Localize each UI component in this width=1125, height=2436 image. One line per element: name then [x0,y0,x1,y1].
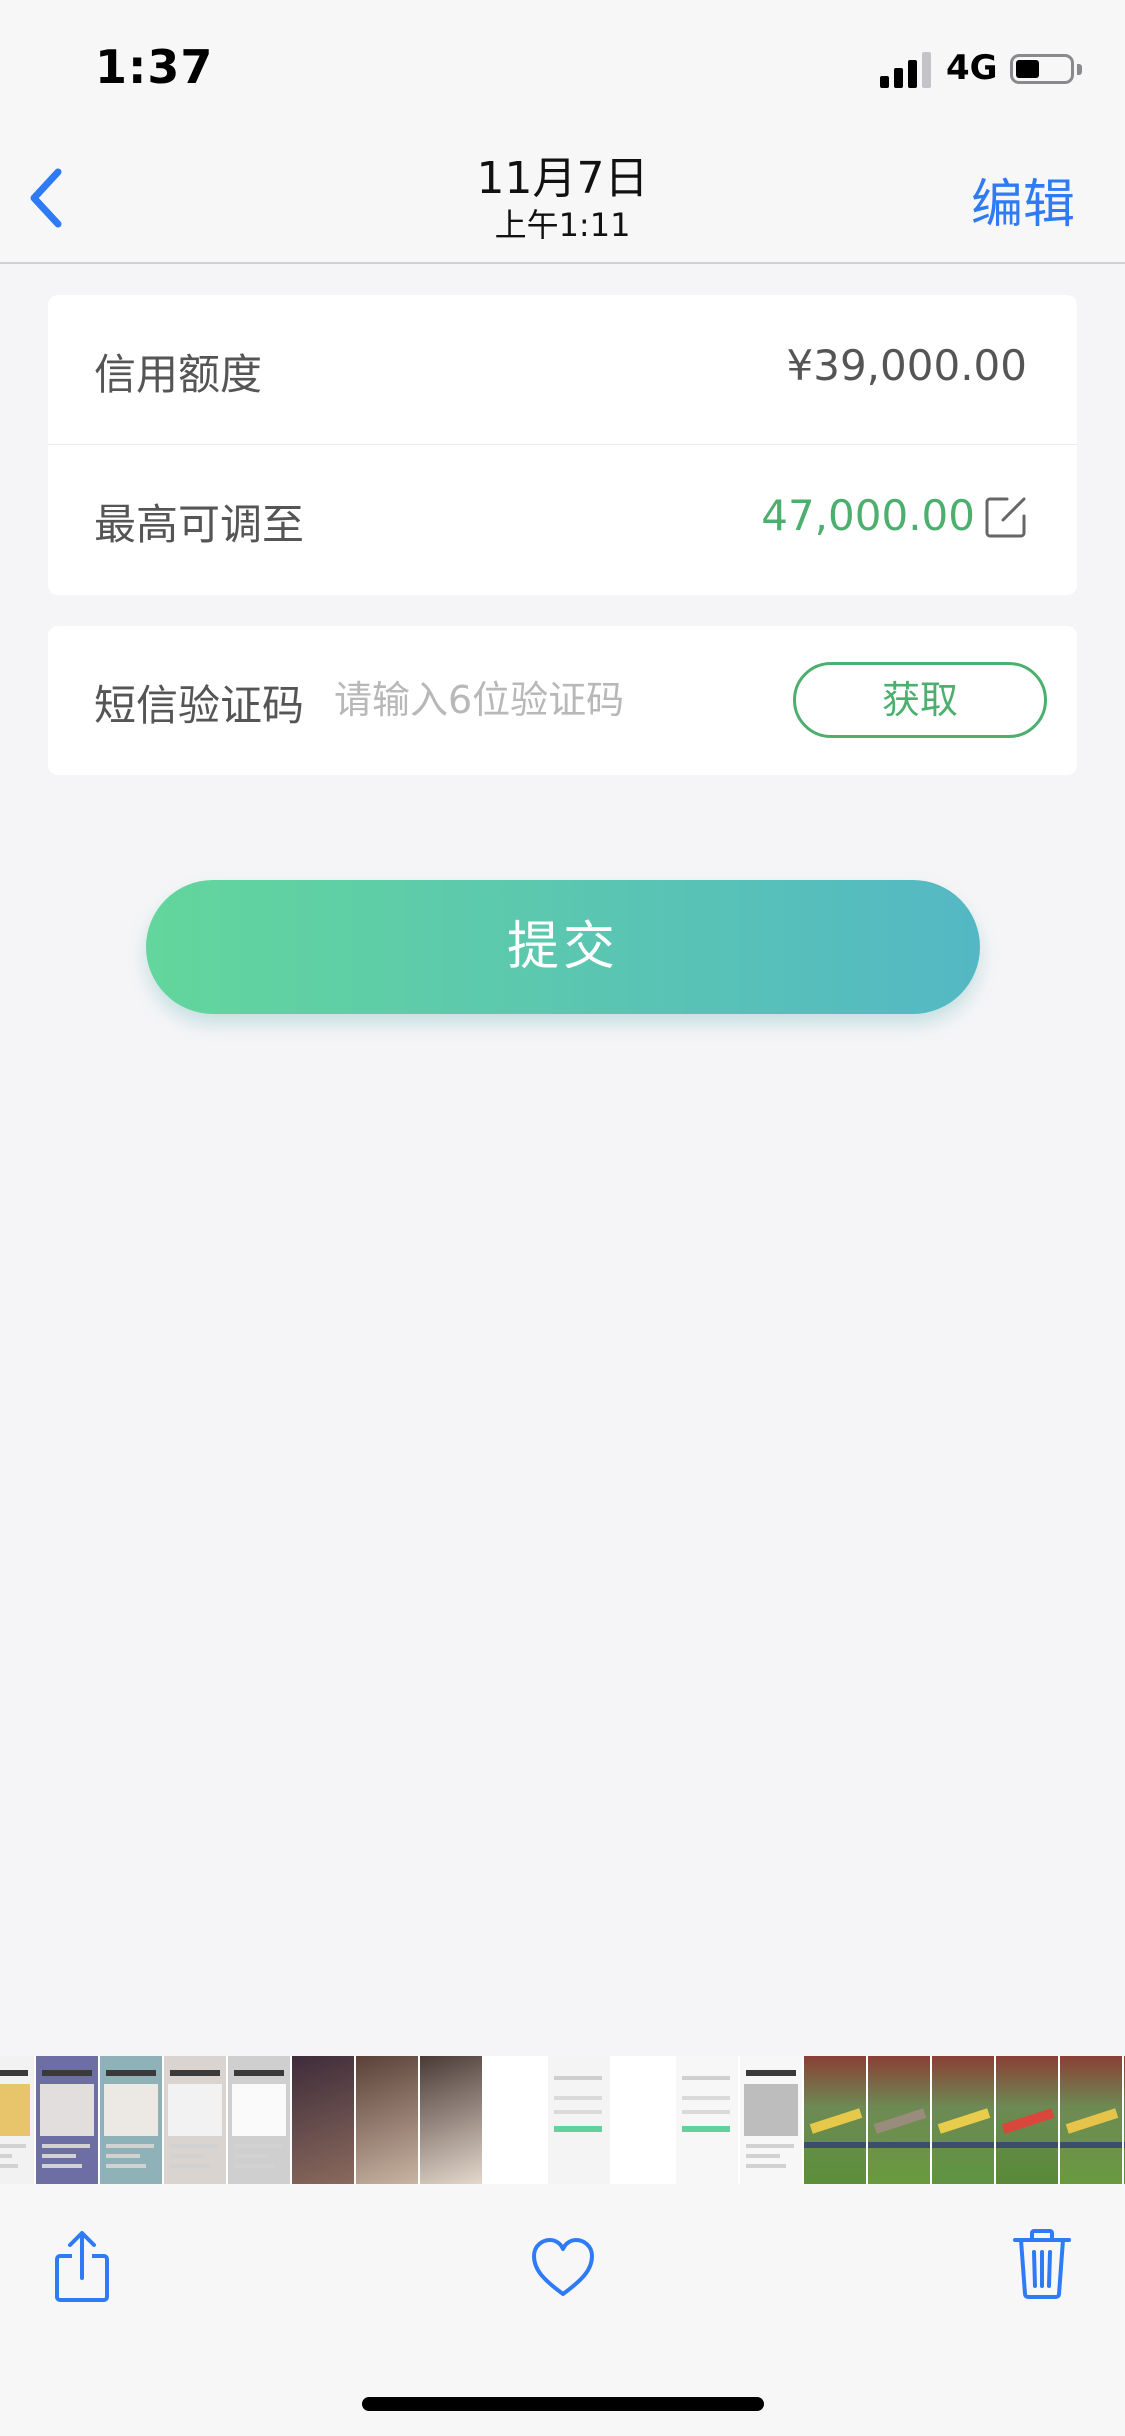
credit-limit-row: 信用额度 ¥39,000.00 [48,295,1077,445]
share-icon[interactable] [52,2228,112,2304]
sms-code-card: 短信验证码 获取 [48,626,1077,775]
photo-thumbnail[interactable] [676,2056,740,2184]
network-type: 4G [946,48,998,88]
edit-square-icon[interactable] [983,494,1029,540]
photo-thumbnail[interactable] [420,2056,484,2184]
max-limit-label: 最高可调至 [94,500,305,549]
photo-thumbnail[interactable] [740,2056,804,2184]
credit-limit-value: ¥39,000.00 [786,341,1027,390]
battery-level [1016,60,1039,78]
photo-thumbnail[interactable] [484,2056,548,2184]
edit-button[interactable]: 编辑 [971,162,1075,237]
signal-strength-icon [880,52,932,88]
photo-thumbnail[interactable] [100,2056,164,2184]
photo-thumbnail[interactable] [548,2056,612,2184]
photo-thumbnail[interactable] [356,2056,420,2184]
max-limit-row[interactable]: 最高可调至 47,000.00 [48,445,1077,595]
photo-thumbnail[interactable] [612,2056,676,2184]
photo-thumbnail[interactable] [292,2056,356,2184]
credit-info-card: 信用额度 ¥39,000.00 最高可调至 47,000.00 [48,295,1077,595]
battery-cap [1077,64,1082,75]
photo-thumbnail[interactable] [1060,2056,1124,2184]
photo-thumbnail-strip[interactable] [0,2056,1125,2184]
status-time: 1:37 [95,40,214,94]
nav-title: 11月7日 [476,153,649,204]
get-code-button[interactable]: 获取 [793,662,1047,738]
photo-thumbnail[interactable] [0,2056,36,2184]
trash-icon[interactable] [1012,2228,1072,2300]
photo-thumbnail[interactable] [996,2056,1060,2184]
sms-code-label: 短信验证码 [94,681,305,730]
heart-icon[interactable] [530,2236,596,2298]
photo-thumbnail[interactable] [164,2056,228,2184]
photo-thumbnail[interactable] [804,2056,868,2184]
photo-thumbnail[interactable] [932,2056,996,2184]
photo-thumbnail[interactable] [228,2056,292,2184]
sms-code-input[interactable] [334,670,804,730]
max-limit-value: 47,000.00 [761,491,975,540]
home-indicator [362,2397,764,2411]
nav-bar: 11月7日 上午1:11 编辑 [0,132,1125,264]
credit-limit-label: 信用额度 [94,350,263,399]
status-bar: 1:37 4G [0,0,1125,132]
nav-subtitle: 上午1:11 [494,206,631,244]
photo-thumbnail[interactable] [36,2056,100,2184]
submit-button[interactable]: 提交 [146,880,980,1014]
photo-thumbnail[interactable] [868,2056,932,2184]
battery-icon [1010,54,1074,84]
